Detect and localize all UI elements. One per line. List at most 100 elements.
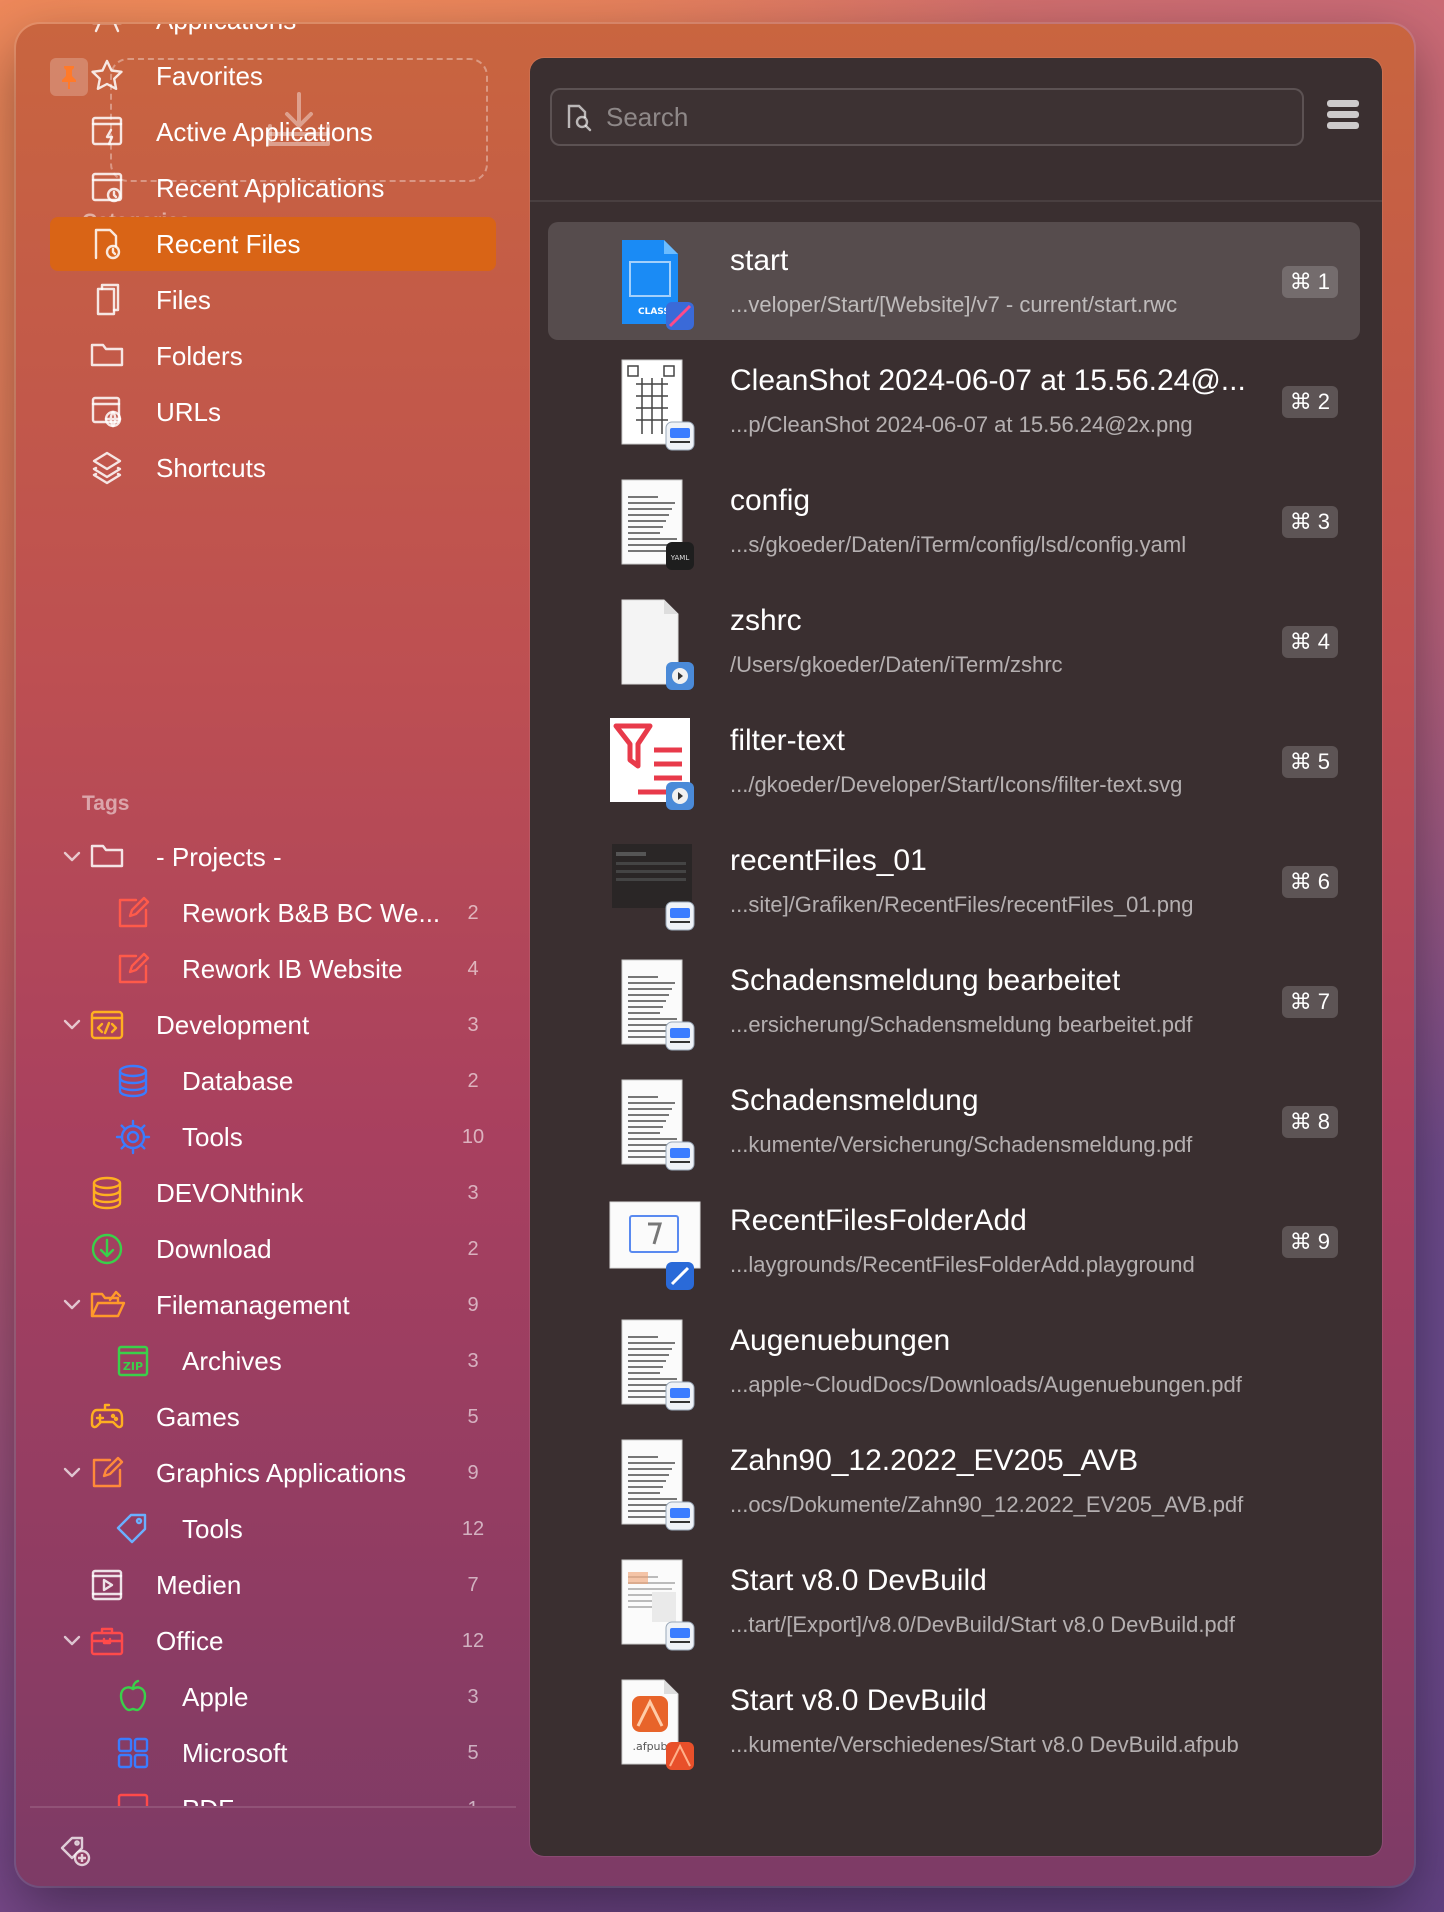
file-name: RecentFilesFolderAdd bbox=[730, 1204, 1027, 1237]
tag-item[interactable]: Tools 12 bbox=[50, 1502, 496, 1556]
file-path: ...veloper/Start/[Website]/v7 - current/… bbox=[730, 292, 1178, 317]
file-row[interactable]: Start v8.0 DevBuild ...tart/[Export]/v8.… bbox=[548, 1542, 1360, 1660]
tag-label: Tools bbox=[182, 1513, 243, 1544]
file-row[interactable]: zshrc /Users/gkoeder/Daten/iTerm/zshrc ⌘… bbox=[548, 582, 1360, 700]
add-tag-icon bbox=[60, 1836, 91, 1867]
sidebar-category-label: Files bbox=[156, 284, 211, 315]
file-path: ...apple~CloudDocs/Downloads/Augenuebung… bbox=[730, 1372, 1242, 1397]
sidebar-category-folders[interactable]: Folders bbox=[50, 329, 496, 383]
tag-item[interactable]: Rework IB Website 4 bbox=[50, 942, 496, 996]
chevron-down-icon[interactable] bbox=[60, 845, 84, 869]
sidebar-category-urls[interactable]: URLs bbox=[50, 385, 496, 439]
tag-count-badge: 2 bbox=[467, 1237, 479, 1260]
tag-count-badge: 3 bbox=[467, 1685, 479, 1708]
file-row[interactable]: Zahn90_12.2022_EV205_AVB ...ocs/Dokument… bbox=[548, 1422, 1360, 1540]
search-box bbox=[550, 88, 1304, 146]
tag-item[interactable]: DEVONthink 3 bbox=[50, 1166, 496, 1220]
tag-item[interactable]: Office 12 bbox=[50, 1614, 496, 1668]
file-row[interactable]: .afpub Start v8.0 DevBuild ...kumente/Ve… bbox=[548, 1662, 1360, 1780]
folder-open-icon bbox=[88, 1286, 126, 1324]
file-thumbnail bbox=[608, 952, 708, 1052]
tag-item[interactable]: Medien 7 bbox=[50, 1558, 496, 1612]
file-thumbnail bbox=[608, 1072, 708, 1172]
file-row[interactable]: CLASSIC start ...veloper/Start/[Website]… bbox=[548, 222, 1360, 340]
pdf-icon bbox=[114, 1790, 152, 1806]
file-row[interactable]: Schadensmeldung ...kumente/Versicherung/… bbox=[548, 1062, 1360, 1180]
tag-item[interactable]: Microsoft 5 bbox=[50, 1726, 496, 1780]
shortcut-number: 7 bbox=[1317, 989, 1330, 1014]
file-name: Schadensmeldung bearbeitet bbox=[730, 964, 1121, 997]
shortcut-badge: ⌘ 9 bbox=[1281, 1226, 1338, 1258]
chevron-down-icon[interactable] bbox=[60, 1293, 84, 1317]
sidebar-category-recent-files[interactable]: Recent Files bbox=[50, 217, 496, 271]
app-store-icon bbox=[88, 24, 126, 39]
database-icon bbox=[114, 1062, 152, 1100]
shortcut-number: 3 bbox=[1317, 509, 1330, 534]
tag-item[interactable]: Download 2 bbox=[50, 1222, 496, 1276]
tag-item[interactable]: ZIP Archives 3 bbox=[50, 1334, 496, 1388]
tag-count-badge: 4 bbox=[467, 957, 479, 980]
chevron-down-icon[interactable] bbox=[60, 1629, 84, 1653]
chevron-down-icon[interactable] bbox=[60, 1013, 84, 1037]
windows-icon bbox=[114, 1734, 152, 1772]
edit-icon bbox=[114, 894, 152, 932]
command-icon: ⌘ bbox=[1289, 389, 1312, 414]
sidebar-category-shortcuts[interactable]: Shortcuts bbox=[50, 441, 496, 495]
sidebar-category-favorites[interactable]: Favorites bbox=[50, 49, 496, 103]
file-row[interactable]: CleanShot 2024-06-07 at 15.56.24@... ...… bbox=[548, 342, 1360, 460]
tag-label: Rework IB Website bbox=[182, 953, 403, 984]
tag-item[interactable]: Database 2 bbox=[50, 1054, 496, 1108]
file-row[interactable]: recentFiles_01 ...site]/Grafiken/RecentF… bbox=[548, 822, 1360, 940]
apple-icon bbox=[114, 1678, 152, 1716]
chevron-down-icon[interactable] bbox=[60, 1461, 84, 1485]
shortcut-badge: ⌘ 4 bbox=[1281, 626, 1338, 658]
shortcut-number: 1 bbox=[1317, 269, 1330, 294]
tag-label: Archives bbox=[182, 1345, 282, 1376]
search-icon bbox=[562, 101, 594, 133]
file-row[interactable]: Augenuebungen ...apple~CloudDocs/Downloa… bbox=[548, 1302, 1360, 1420]
file-row[interactable]: filter-text .../gkoeder/Developer/Start/… bbox=[548, 702, 1360, 820]
file-path: /Users/gkoeder/Daten/iTerm/zshrc bbox=[730, 652, 1063, 677]
tag-item[interactable]: Rework B&B BC We... 2 bbox=[50, 886, 496, 940]
tag-count-badge: 3 bbox=[467, 1013, 479, 1036]
sidebar-category-applications[interactable]: Applications bbox=[50, 24, 496, 47]
file-thumbnail bbox=[608, 832, 708, 932]
tag-item[interactable]: Games 5 bbox=[50, 1390, 496, 1444]
add-tag-button[interactable] bbox=[56, 1832, 94, 1870]
file-thumbnail: CLASSIC bbox=[608, 232, 708, 332]
tag-label: Office bbox=[156, 1625, 224, 1656]
tag-item[interactable]: - Projects - bbox=[50, 830, 496, 884]
globe-icon bbox=[88, 393, 126, 431]
command-icon: ⌘ bbox=[1289, 1229, 1312, 1254]
file-row[interactable]: Schadensmeldung bearbeitet ...ersicherun… bbox=[548, 942, 1360, 1060]
tag-item[interactable]: Tools 10 bbox=[50, 1110, 496, 1164]
file-thumbnail bbox=[608, 1312, 708, 1412]
star-icon bbox=[88, 57, 126, 95]
file-path: ...kumente/Versicherung/Schadensmeldung.… bbox=[730, 1132, 1193, 1157]
file-thumbnail: .afpub bbox=[608, 1672, 708, 1772]
tag-label: Tools bbox=[182, 1121, 243, 1152]
tag-item[interactable]: Graphics Applications 9 bbox=[50, 1446, 496, 1500]
file-row[interactable]: RecentFilesFolderAdd ...laygrounds/Recen… bbox=[548, 1182, 1360, 1300]
tag-item[interactable]: Filemanagement 9 bbox=[50, 1278, 496, 1332]
panel-divider bbox=[530, 200, 1382, 202]
app-window: Categories Applications Favorites Active… bbox=[16, 24, 1414, 1886]
shortcut-number: 9 bbox=[1317, 1229, 1330, 1254]
menu-button[interactable] bbox=[1326, 96, 1360, 134]
tag-item[interactable]: Apple 3 bbox=[50, 1670, 496, 1724]
shortcut-number: 8 bbox=[1317, 1109, 1330, 1134]
tag-count-badge: 2 bbox=[467, 1069, 479, 1092]
sidebar-category-files[interactable]: Files bbox=[50, 273, 496, 327]
svg-text:ZIP: ZIP bbox=[123, 1360, 143, 1373]
tag-item[interactable]: Development 3 bbox=[50, 998, 496, 1052]
tag-item[interactable]: PDF 1 bbox=[50, 1782, 496, 1806]
search-input[interactable] bbox=[604, 98, 1288, 136]
tag-label: Development bbox=[156, 1009, 310, 1040]
sidebar-category-recent-applications[interactable]: Recent Applications bbox=[50, 161, 496, 215]
file-row[interactable]: YAML config ...s/gkoeder/Daten/iTerm/con… bbox=[548, 462, 1360, 580]
file-path: ...laygrounds/RecentFilesFolderAdd.playg… bbox=[730, 1252, 1195, 1277]
file-path: ...site]/Grafiken/RecentFiles/recentFile… bbox=[730, 892, 1194, 917]
sidebar-category-active-applications[interactable]: Active Applications bbox=[50, 105, 496, 159]
sidebar-category-label: Shortcuts bbox=[156, 452, 266, 483]
sidebar-divider bbox=[30, 1806, 516, 1808]
